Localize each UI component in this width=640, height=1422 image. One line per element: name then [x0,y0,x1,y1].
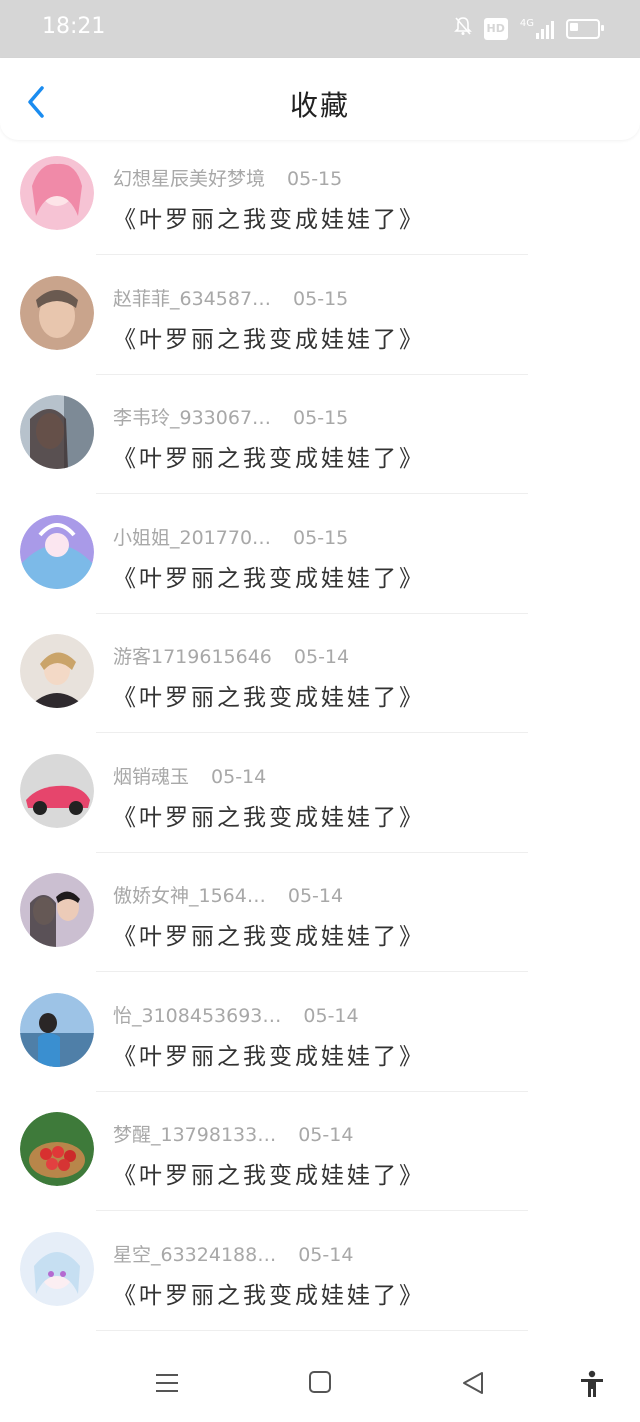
avatar[interactable] [20,634,94,708]
item-date: 05-14 [298,1243,354,1266]
home-square-icon[interactable] [308,1370,332,1398]
accessibility-icon[interactable] [579,1370,605,1402]
item-meta: 赵菲菲_634587… 05-15 [113,284,348,311]
divider [96,493,528,494]
item-date: 05-14 [303,1004,359,1027]
status-bar: 18:21 HD 4G [0,0,640,58]
book-title[interactable]: 《叶罗丽之我变成娃娃了》 [113,1276,425,1310]
list-item[interactable]: 傲娇女神_1564… 05-14 《叶罗丽之我变成娃娃了》 [0,857,640,977]
list-item[interactable]: 幻想星辰美好梦境 05-15 《叶罗丽之我变成娃娃了》 [0,140,640,260]
list-item[interactable]: 烟销魂玉 05-14 《叶罗丽之我变成娃娃了》 [0,738,640,858]
user-name[interactable]: 傲娇女神_1564… [113,885,266,907]
book-title[interactable]: 《叶罗丽之我变成娃娃了》 [113,798,425,832]
status-time: 18:21 [42,14,106,39]
divider [96,851,528,853]
avatar[interactable] [20,753,94,828]
divider [96,732,528,733]
list-item[interactable]: 星空_63324188… 05-14 《叶罗丽之我变成娃娃了》 [0,1216,640,1336]
back-triangle-icon[interactable] [460,1370,486,1400]
item-meta: 李韦玲_933067… 05-15 [113,403,348,430]
avatar[interactable] [20,514,94,589]
page-title: 收藏 [289,89,350,122]
item-date: 05-15 [293,287,349,310]
item-date: 05-15 [293,526,349,549]
user-name[interactable]: 星空_63324188… [113,1244,276,1266]
user-name[interactable]: 小姐姐_201770… [113,527,271,549]
list-item[interactable]: 怡_3108453693… 05-14 《叶罗丽之我变成娃娃了》 [0,977,640,1097]
book-title[interactable]: 《叶罗丽之我变成娃娃了》 [113,1156,425,1190]
avatar[interactable] [20,156,94,230]
list-item[interactable]: 李韦玲_933067… 05-15 《叶罗丽之我变成娃娃了》 [0,379,640,499]
battery-icon [566,18,604,39]
list-item[interactable]: 游客1719615646 05-14 《叶罗丽之我变成娃娃了》 [0,618,640,738]
user-name[interactable]: 梦醒_13798133… [113,1124,276,1146]
divider [96,612,528,614]
book-title[interactable]: 《叶罗丽之我变成娃娃了》 [113,200,425,234]
list-item[interactable]: 梦醒_13798133… 05-14 《叶罗丽之我变成娃娃了》 [0,1096,640,1216]
user-name[interactable]: 烟销魂玉 [113,766,189,788]
item-meta: 怡_3108453693… 05-14 [113,1001,359,1028]
divider [96,971,528,972]
user-name[interactable]: 怡_3108453693… [113,1005,281,1027]
list-item[interactable]: 赵菲菲_634587… 05-15 《叶罗丽之我变成娃娃了》 [0,260,640,380]
divider [96,1210,528,1211]
item-meta: 梦醒_13798133… 05-14 [113,1120,353,1147]
book-title[interactable]: 《叶罗丽之我变成娃娃了》 [113,559,425,593]
item-meta: 星空_63324188… 05-14 [113,1240,353,1267]
user-name[interactable]: 游客1719615646 [113,646,272,668]
user-name[interactable]: 赵菲菲_634587… [113,288,271,310]
book-title[interactable]: 《叶罗丽之我变成娃娃了》 [113,1037,425,1071]
item-meta: 游客1719615646 05-14 [113,642,349,669]
favorites-list: 幻想星辰美好梦境 05-15 《叶罗丽之我变成娃娃了》 赵菲菲_634587… 05… [0,140,640,1335]
menu-icon[interactable] [154,1370,180,1400]
item-meta: 烟销魂玉 05-14 [113,762,266,789]
divider [96,1329,528,1331]
list-item[interactable]: 小姐姐_201770… 05-15 《叶罗丽之我变成娃娃了》 [0,499,640,619]
status-icons: HD 4G [453,16,604,41]
item-date: 05-14 [298,1124,354,1146]
user-name[interactable]: 幻想星辰美好梦境 [113,168,265,190]
divider [96,254,528,255]
divider [96,373,528,375]
book-title[interactable]: 《叶罗丽之我变成娃娃了》 [113,678,425,712]
item-meta: 幻想星辰美好梦境 05-15 [113,164,342,191]
avatar[interactable] [20,275,94,350]
user-name[interactable]: 李韦玲_933067… [113,407,271,429]
system-nav-bar [0,1352,640,1422]
signal-4g-icon: 4G [519,17,554,39]
header: 收藏 [0,58,640,140]
avatar[interactable] [20,395,94,469]
avatar[interactable] [20,873,94,947]
book-title[interactable]: 《叶罗丽之我变成娃娃了》 [113,439,425,473]
hd-icon: HD [483,17,508,40]
item-date: 05-14 [293,646,350,668]
divider [96,1090,528,1092]
avatar[interactable] [20,1231,94,1306]
item-date: 05-14 [287,885,344,907]
item-date: 05-14 [211,765,267,788]
bell-off-icon [453,16,472,41]
book-title[interactable]: 《叶罗丽之我变成娃娃了》 [113,917,425,951]
network-label: 4G [519,17,534,29]
item-meta: 傲娇女神_1564… 05-14 [113,881,343,908]
item-date: 05-15 [287,168,343,190]
book-title[interactable]: 《叶罗丽之我变成娃娃了》 [113,320,425,354]
avatar[interactable] [20,1112,94,1186]
item-meta: 小姐姐_201770… 05-15 [113,523,348,550]
item-date: 05-15 [293,407,349,429]
avatar[interactable] [20,992,94,1067]
